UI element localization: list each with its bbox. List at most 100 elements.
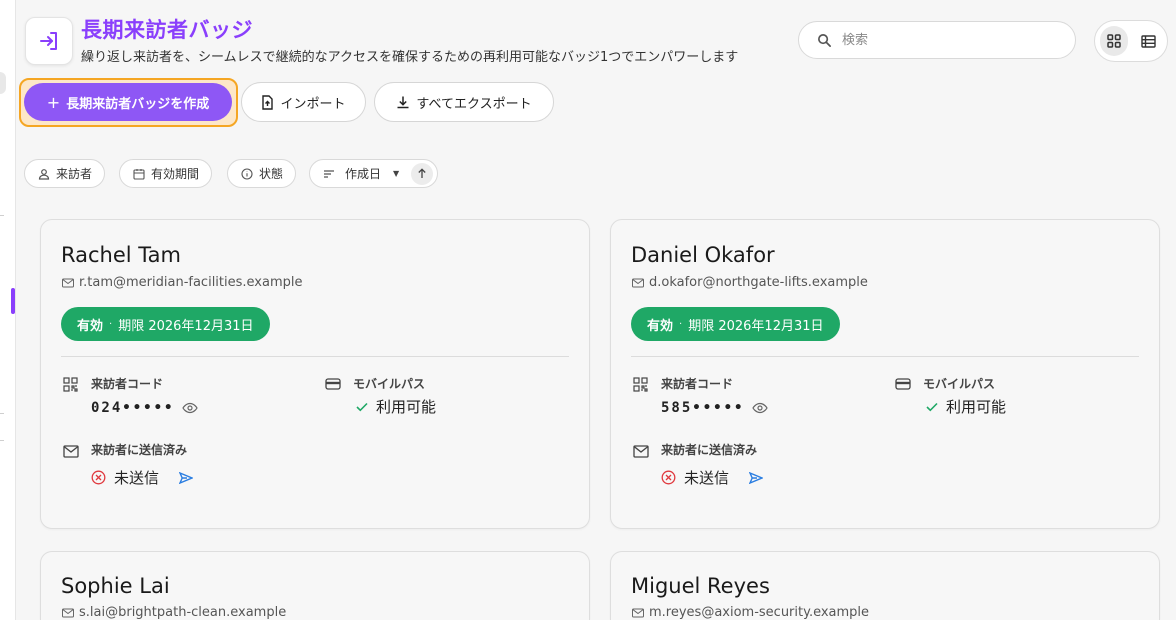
sort-chip[interactable]: 作成日 ▼ (309, 159, 439, 188)
mobile-pass-label: モバイルパス (923, 377, 996, 391)
list-view-button[interactable] (1134, 26, 1162, 56)
download-icon (397, 96, 409, 109)
mobile-pass-value: 利用可能 (376, 398, 437, 416)
visitor-email: d.okafor@northgate-lifts.example (632, 275, 868, 290)
filter-visitor-chip[interactable]: 来訪者 (24, 159, 106, 188)
plus-icon: + (46, 92, 61, 112)
page-subtitle: 繰り返し来訪者を、シームレスで継続的なアクセスを確保するための再利用可能なバッジ… (81, 50, 739, 65)
mobile-pass-status: 利用可能 (926, 396, 1006, 417)
send-icon[interactable] (749, 471, 764, 484)
visitor-email: s.lai@brightpath-clean.example (62, 605, 286, 620)
card-divider (631, 356, 1139, 357)
visitor-code: 585••••• (661, 400, 769, 416)
page-title: 長期来訪者バッジ (81, 18, 253, 42)
visitor-email-text: r.tam@meridian-facilities.example (79, 275, 303, 290)
visitor-email: r.tam@meridian-facilities.example (62, 275, 302, 290)
person-icon (38, 168, 50, 180)
mobile-pass-label: モバイルパス (353, 377, 426, 391)
rail-divider (0, 215, 4, 216)
rail-divider (0, 413, 4, 414)
file-upload-icon (262, 94, 274, 110)
grid-icon (1107, 34, 1121, 48)
x-circle-icon (661, 470, 676, 485)
grid-view-button[interactable] (1100, 26, 1128, 56)
search-input[interactable] (840, 31, 1054, 49)
left-navigation-rail (0, 0, 16, 620)
mail-icon (632, 278, 644, 287)
qr-code-icon (633, 377, 648, 392)
sort-label: 作成日 (345, 167, 382, 181)
visitor-name: Daniel Okafor (631, 243, 775, 267)
visitor-email-text: s.lai@brightpath-clean.example (79, 605, 287, 620)
badge-entry-icon (25, 17, 73, 65)
badge-card[interactable]: Sophie Lai s.lai@brightpath-clean.exampl… (40, 551, 590, 620)
list-icon (1140, 34, 1156, 48)
status-text: 有効 (77, 318, 104, 334)
status-badge: 有効 · 期限 2026年12月31日 (61, 307, 270, 341)
rail-collapse-handle[interactable] (0, 72, 6, 94)
expiry-text: 期限 2026年12月31日 (688, 318, 824, 334)
rail-divider (0, 440, 4, 441)
send-icon[interactable] (179, 471, 194, 484)
visitor-email-text: d.okafor@northgate-lifts.example (649, 275, 868, 290)
create-badge-button[interactable]: + 長期来訪者バッジを作成 (24, 83, 232, 121)
sent-status: 未送信 (91, 467, 194, 488)
check-icon (356, 402, 368, 411)
status-separator: · (679, 318, 683, 330)
status-badge: 有効 · 期限 2026年12月31日 (631, 307, 840, 341)
sent-to-visitor-label: 来訪者に送信済み (661, 443, 758, 457)
badge-card[interactable]: Daniel Okafor d.okafor@northgate-lifts.e… (610, 219, 1160, 529)
rail-active-indicator (11, 288, 15, 314)
visitor-email-text: m.reyes@axiom-security.example (649, 605, 870, 620)
export-all-label: すべてエクスポート (416, 96, 532, 112)
visitor-email: m.reyes@axiom-security.example (632, 605, 869, 620)
arrow-up-icon (418, 168, 426, 178)
filter-visitor-label: 来訪者 (56, 167, 93, 181)
mobile-pass-value: 利用可能 (946, 398, 1007, 416)
sent-status-value: 未送信 (684, 469, 730, 487)
visitor-name: Rachel Tam (61, 243, 181, 267)
expiry-text: 期限 2026年12月31日 (118, 318, 254, 334)
chevron-down-icon: ▼ (393, 169, 400, 178)
search-box[interactable] (798, 21, 1076, 59)
eye-icon[interactable] (752, 402, 769, 414)
sort-lines-icon (324, 169, 334, 178)
visitor-name: Miguel Reyes (631, 574, 770, 598)
x-circle-icon (91, 470, 106, 485)
eye-icon[interactable] (182, 402, 199, 414)
search-icon (818, 33, 831, 47)
export-all-button[interactable]: すべてエクスポート (374, 82, 554, 122)
visitor-name: Sophie Lai (61, 574, 170, 598)
qr-code-icon (63, 377, 78, 392)
mail-icon (62, 608, 74, 617)
mobile-pass-status: 利用可能 (356, 396, 436, 417)
create-badge-label: 長期来訪者バッジを作成 (66, 96, 210, 112)
sent-status-value: 未送信 (114, 469, 160, 487)
mail-icon (633, 445, 649, 458)
info-icon (241, 167, 253, 180)
badge-card[interactable]: Rachel Tam r.tam@meridian-facilities.exa… (40, 219, 590, 529)
view-toggle (1094, 20, 1168, 62)
calendar-icon (133, 168, 145, 180)
wallet-icon (325, 378, 341, 390)
status-text: 有効 (647, 318, 674, 334)
badge-card[interactable]: Miguel Reyes m.reyes@axiom-security.exam… (610, 551, 1160, 620)
visitor-code-value: 585••••• (661, 400, 745, 416)
filter-validity-chip[interactable]: 有効期間 (119, 159, 213, 188)
import-label: インポート (280, 96, 346, 112)
filter-status-label: 状態 (259, 167, 284, 181)
card-divider (61, 356, 569, 357)
sent-to-visitor-label: 来訪者に送信済み (91, 443, 188, 457)
status-separator: · (109, 318, 113, 330)
import-button[interactable]: インポート (241, 82, 366, 122)
filter-status-chip[interactable]: 状態 (227, 159, 297, 188)
wallet-icon (895, 378, 911, 390)
visitor-code: 024••••• (91, 400, 199, 416)
visitor-code-label: 来訪者コード (661, 377, 734, 391)
mail-icon (632, 608, 644, 617)
visitor-code-value: 024••••• (91, 400, 175, 416)
filter-validity-label: 有効期間 (151, 167, 200, 181)
mail-icon (62, 278, 74, 287)
check-icon (926, 402, 938, 411)
sort-direction-button[interactable] (411, 162, 434, 185)
